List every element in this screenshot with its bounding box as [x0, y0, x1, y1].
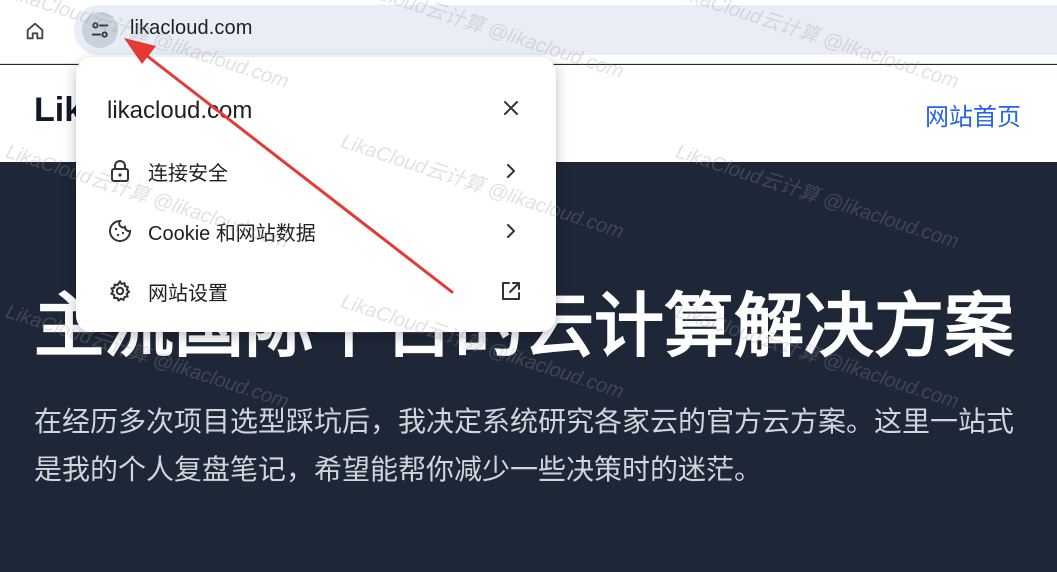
site-info-button[interactable]: [82, 12, 118, 48]
popup-item-cookies[interactable]: Cookie 和网站数据: [76, 202, 556, 260]
address-bar[interactable]: likacloud.com: [74, 5, 1057, 55]
url-text[interactable]: likacloud.com: [130, 17, 252, 40]
popup-item-site-settings[interactable]: 网站设置: [76, 262, 556, 320]
hero-description: 在经历多次项目选型踩坑后，我决定系统研究各家云的官方云方案。这里一站式 是我的个…: [34, 398, 1057, 494]
hero-desc-line: 是我的个人复盘笔记，希望能帮你减少一些决策时的迷茫。: [34, 454, 763, 485]
chevron-right-icon: [498, 158, 524, 184]
popup-title: likacloud.com: [107, 97, 253, 124]
popup-item-label: 网站设置: [148, 282, 228, 305]
hero-desc-line: 在经历多次项目选型踩坑后，我决定系统研究各家云的官方云方案。这里一站式: [34, 406, 1015, 437]
nav-home-link[interactable]: 网站首页: [925, 97, 1021, 132]
popup-item-connection-security[interactable]: 连接安全: [76, 142, 556, 200]
cookie-icon: [107, 218, 133, 244]
lock-icon: [107, 158, 133, 184]
browser-toolbar: likacloud.com: [0, 0, 1057, 64]
close-icon: [504, 101, 518, 115]
tune-icon: [91, 22, 109, 38]
home-icon: [26, 22, 44, 40]
close-button[interactable]: [496, 93, 526, 123]
home-button[interactable]: [17, 14, 53, 48]
popup-item-label: 连接安全: [148, 162, 228, 185]
popup-item-label: Cookie 和网站数据: [148, 222, 316, 245]
site-info-popup: likacloud.com 连接安全 Cookie 和网站数据 网站设置: [76, 57, 556, 332]
gear-icon: [107, 278, 133, 304]
external-link-icon: [498, 278, 524, 304]
chevron-right-icon: [498, 218, 524, 244]
